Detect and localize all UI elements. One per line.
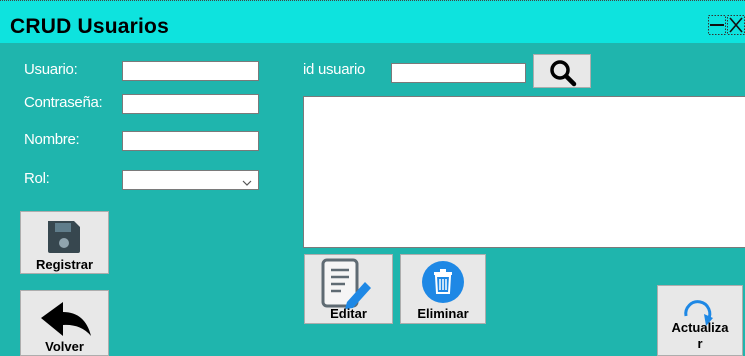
editar-button[interactable]: Editar (304, 254, 393, 324)
volver-label: Volver (45, 339, 84, 354)
eliminar-button[interactable]: Eliminar (400, 254, 486, 324)
actualizar-label: Actualiza r (658, 320, 742, 352)
id-usuario-input[interactable] (391, 63, 526, 83)
usuario-label: Usuario: (24, 61, 78, 78)
minimize-icon[interactable] (708, 15, 726, 35)
nombre-label: Nombre: (24, 131, 80, 148)
rol-label: Rol: (24, 170, 50, 187)
edit-icon (321, 258, 371, 309)
nombre-input[interactable] (122, 131, 259, 151)
actualizar-label-line1: Actualiza (671, 320, 729, 335)
trash-icon (422, 261, 464, 303)
registrar-button[interactable]: Registrar (20, 211, 109, 274)
back-arrow-icon (41, 302, 91, 336)
rol-select[interactable] (122, 170, 259, 190)
search-icon (550, 60, 577, 87)
actualizar-button[interactable]: Actualiza r (657, 285, 743, 356)
registrar-label: Registrar (35, 257, 94, 272)
volver-button[interactable]: Volver (20, 290, 109, 356)
usuario-input[interactable] (122, 61, 259, 81)
actualizar-label-line2: r (697, 336, 703, 351)
results-listbox[interactable] (303, 96, 745, 248)
id-usuario-label: id usuario (303, 61, 366, 78)
save-icon (48, 221, 80, 253)
eliminar-label: Eliminar (417, 306, 469, 321)
chevron-down-icon (242, 175, 252, 186)
search-button[interactable] (533, 54, 591, 88)
title-bar: CRUD Usuarios (0, 0, 745, 43)
contrasena-input[interactable] (122, 94, 259, 114)
contrasena-label: Contraseña: (24, 94, 103, 111)
editar-label: Editar (330, 306, 367, 321)
close-icon[interactable] (727, 15, 745, 35)
window-title: CRUD Usuarios (10, 15, 169, 38)
